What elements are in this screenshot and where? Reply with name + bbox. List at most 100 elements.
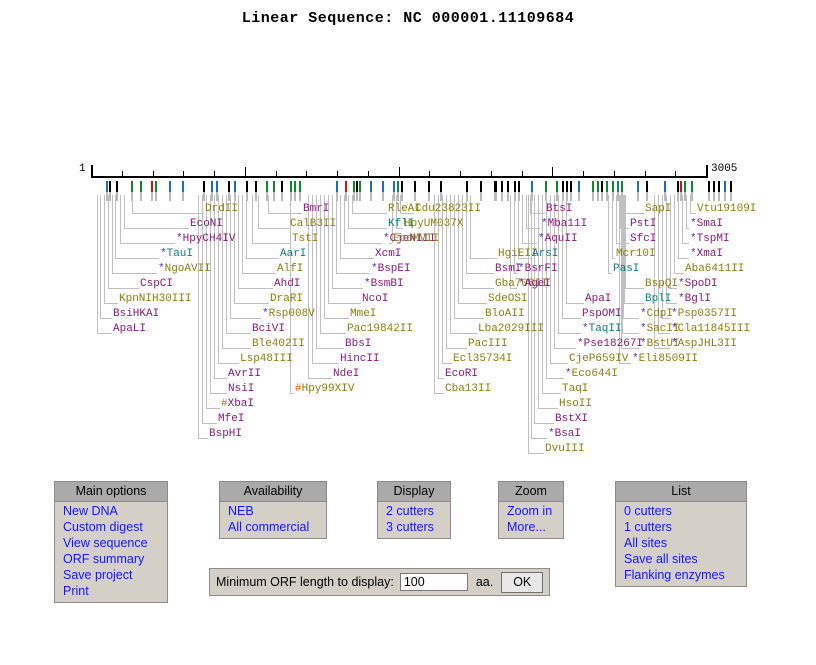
availability-option-neb[interactable]: NEB [220,503,326,519]
enzyme-label[interactable]: Mcr10I [616,249,656,260]
enzyme-label[interactable]: Ble402II [252,339,305,350]
enzyme-label[interactable]: EcoMVII [393,234,439,245]
enzyme-label[interactable]: HpyUM037X [404,219,463,230]
enzyme-label[interactable]: Lsp48III [240,354,293,365]
enzyme-label[interactable]: BsiHKAI [113,309,159,320]
main-option-view-sequence[interactable]: View sequence [55,535,167,551]
main-option-orf-summary[interactable]: ORF summary [55,551,167,567]
enzyme-label[interactable]: BbsI [345,339,371,350]
enzyme-label[interactable]: Lba2029III [478,324,544,335]
enzyme-label[interactable]: Aba6411II [685,264,744,275]
enzyme-label[interactable]: BloAII [485,309,525,320]
enzyme-label[interactable]: Vtu19109I [697,204,756,215]
enzyme-label[interactable]: EcoNI [190,219,223,230]
availability-option-all-commercial[interactable]: All commercial [220,519,326,535]
enzyme-label[interactable]: *Rsp008V [262,309,315,320]
enzyme-label[interactable]: AlfI [277,264,303,275]
enzyme-label[interactable]: DrdII [205,204,238,215]
display-option-2-cutters[interactable]: 2 cutters [378,503,450,519]
enzyme-label[interactable]: XcmI [375,249,401,260]
enzyme-label[interactable]: Cba13II [445,384,491,395]
enzyme-label[interactable]: TstI [292,234,318,245]
enzyme-label[interactable]: EcoRI [445,369,478,380]
enzyme-label[interactable]: PstI [630,219,656,230]
enzyme-label[interactable]: *AgeI [518,279,551,290]
enzyme-label[interactable]: AvrII [228,369,261,380]
enzyme-label[interactable]: CspCI [140,279,173,290]
enzyme-label[interactable]: CjeP659IV [569,354,628,365]
enzyme-label[interactable]: AhdI [274,279,300,290]
enzyme-label[interactable]: *TaqII [582,324,622,335]
zoom-option-more[interactable]: More... [499,519,563,535]
enzyme-label[interactable]: BstXI [555,414,588,425]
enzyme-label[interactable]: ApaLI [113,324,146,335]
enzyme-label[interactable]: *Mba11I [541,219,587,230]
enzyme-label[interactable]: HsoII [559,399,592,410]
enzyme-label[interactable]: TaqI [562,384,588,395]
enzyme-label[interactable]: NsiI [228,384,254,395]
display-option-3-cutters[interactable]: 3 cutters [378,519,450,535]
main-option-custom-digest[interactable]: Custom digest [55,519,167,535]
enzyme-label[interactable]: HincII [340,354,380,365]
enzyme-label[interactable]: *Cla11845III [671,324,750,335]
main-option-print[interactable]: Print [55,583,167,599]
enzyme-label[interactable]: *TauI [160,249,193,260]
enzyme-label[interactable]: MmeI [350,309,376,320]
enzyme-label[interactable]: *AspJHL3II [671,339,737,350]
enzyme-label[interactable]: *Psp0357II [671,309,737,320]
enzyme-label[interactable]: *BspEI [371,264,411,275]
enzyme-label[interactable]: *TspMI [690,234,730,245]
enzyme-label[interactable]: BplI [645,294,671,305]
enzyme-label[interactable]: DraRI [270,294,303,305]
enzyme-label[interactable]: PasI [613,264,639,275]
enzyme-label[interactable]: Cdu23823II [415,204,481,215]
enzyme-label[interactable]: *BsmBI [364,279,404,290]
enzyme-label[interactable]: ArsI [532,249,558,260]
enzyme-label[interactable]: SdeOSI [488,294,528,305]
enzyme-label[interactable]: BspHI [209,429,242,440]
orf-length-input[interactable] [399,573,468,591]
enzyme-label[interactable]: *SpoDI [678,279,718,290]
main-option-save-project[interactable]: Save project [55,567,167,583]
list-option-all-sites[interactable]: All sites [616,535,746,551]
list-option-save-all-sites[interactable]: Save all sites [616,551,746,567]
enzyme-label[interactable]: MfeI [218,414,244,425]
enzyme-label[interactable]: CalB3II [290,219,336,230]
enzyme-label[interactable]: *HpyCH4IV [176,234,235,245]
list-option-flanking-enzymes[interactable]: Flanking enzymes [616,567,746,583]
enzyme-label[interactable]: DvuIII [545,444,585,455]
enzyme-label[interactable]: *Eco644I [565,369,618,380]
enzyme-label[interactable]: PspOMI [582,309,622,320]
enzyme-label[interactable]: *BglI [678,294,711,305]
enzyme-label[interactable]: NdeI [333,369,359,380]
enzyme-label[interactable]: SfcI [630,234,656,245]
enzyme-label[interactable]: #XbaI [221,399,254,410]
enzyme-label[interactable]: *BsaI [548,429,581,440]
enzyme-label[interactable]: PacIII [468,339,508,350]
zoom-option-zoom-in[interactable]: Zoom in [499,503,563,519]
enzyme-label[interactable]: #Hpy99XIV [295,384,354,395]
enzyme-label[interactable]: *Pse18267I [577,339,643,350]
enzyme-label[interactable]: *CdpI [640,309,673,320]
enzyme-label[interactable]: *Eli8509II [632,354,698,365]
enzyme-label[interactable]: BtsI [546,204,572,215]
list-option-1-cutters[interactable]: 1 cutters [616,519,746,535]
enzyme-label[interactable]: NcoI [362,294,388,305]
enzyme-label[interactable]: *XmaI [690,249,723,260]
enzyme-label[interactable]: KpnNIH30III [119,294,192,305]
enzyme-label[interactable]: *BsrFI [518,264,558,275]
main-option-new-dna[interactable]: New DNA [55,503,167,519]
enzyme-label[interactable]: BciVI [252,324,285,335]
enzyme-label[interactable]: Pac19842II [347,324,413,335]
enzyme-label[interactable]: BmrI [303,204,329,215]
orf-ok-button[interactable]: OK [501,571,544,593]
list-option-0-cutters[interactable]: 0 cutters [616,503,746,519]
enzyme-label[interactable]: *SmaI [690,219,723,230]
enzyme-label[interactable]: ApaI [585,294,611,305]
enzyme-label[interactable]: *AquII [538,234,578,245]
enzyme-label[interactable]: Ecl35734I [453,354,512,365]
enzyme-label[interactable]: SapI [645,204,671,215]
enzyme-label[interactable]: *NgoAVII [158,264,211,275]
enzyme-label[interactable]: AarI [280,249,306,260]
enzyme-label[interactable]: BspQI [645,279,678,290]
